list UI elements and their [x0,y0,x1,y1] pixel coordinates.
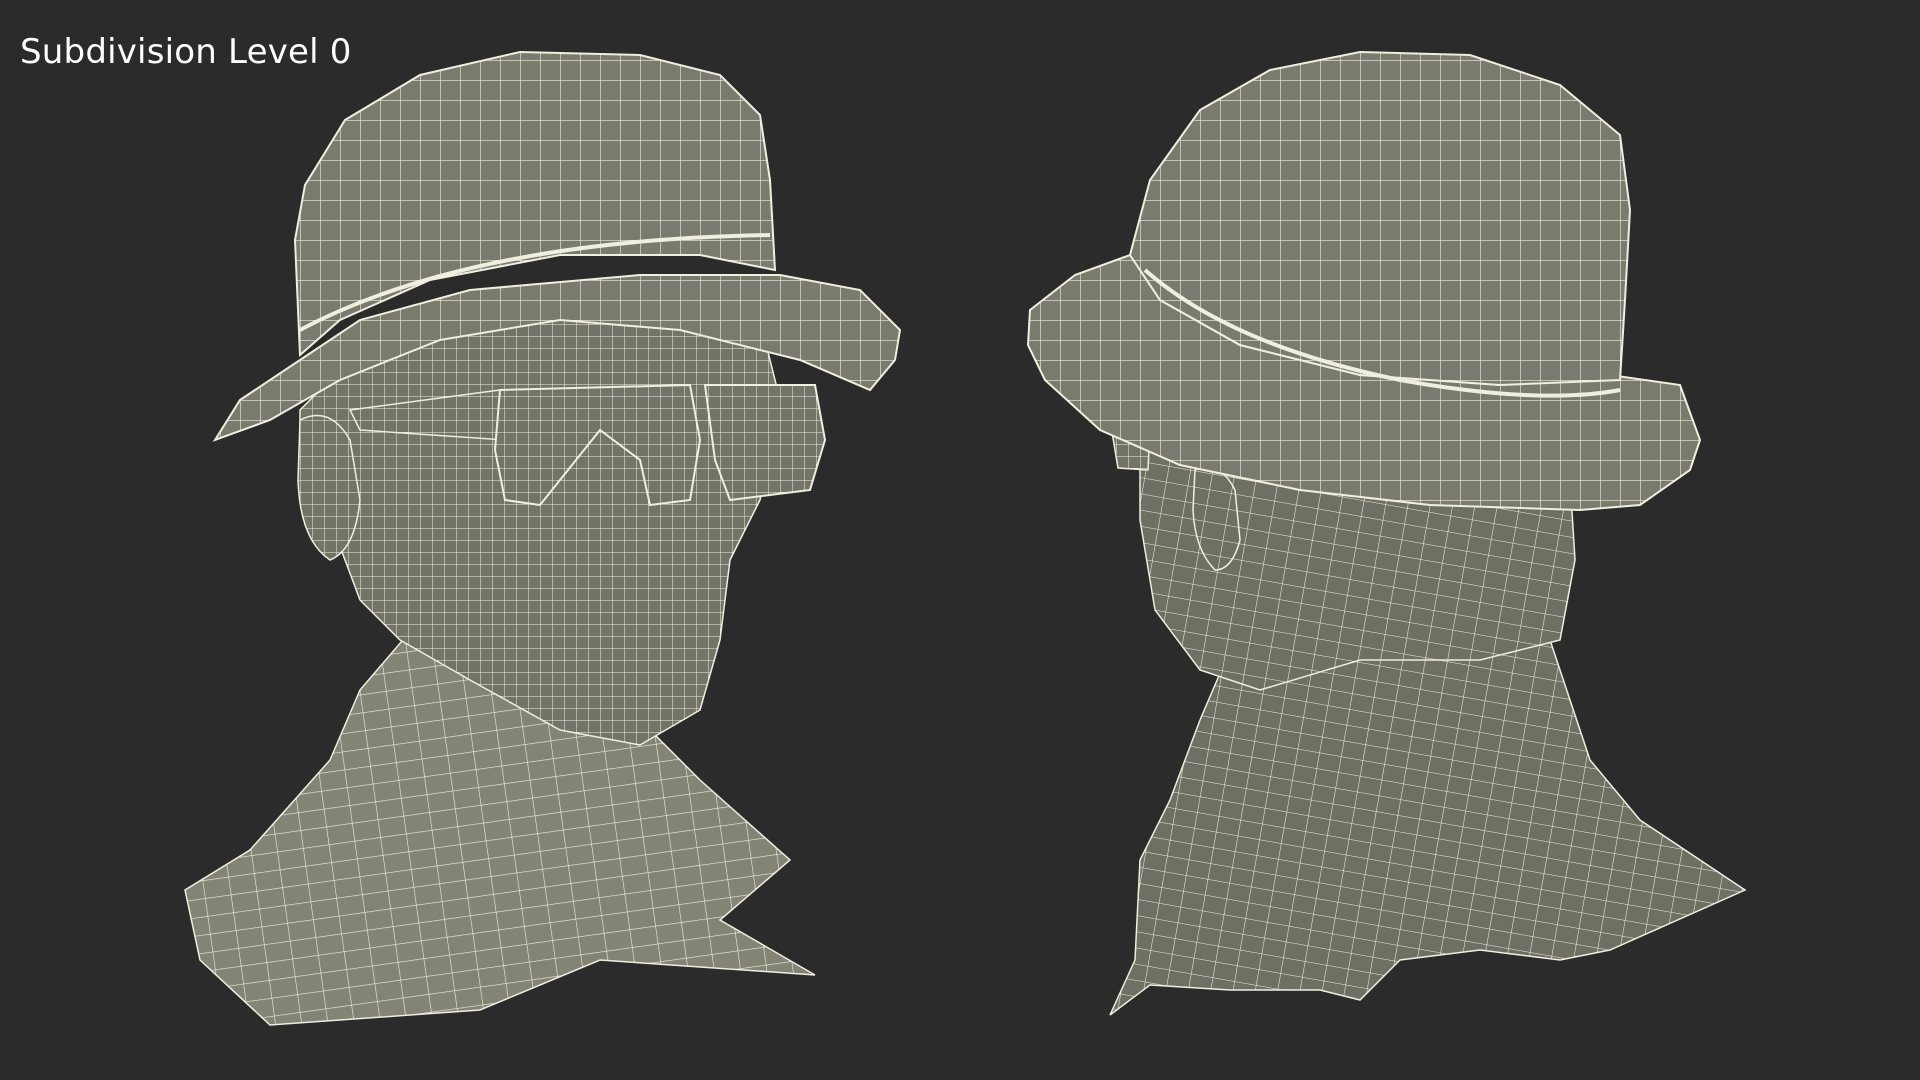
left-head-model [184,50,902,1026]
render-scene [184,50,1747,1026]
viewport-canvas: Subdivision Level 0 [0,0,1920,1080]
left-sunglasses-right-lens-mesh [703,384,827,502]
right-neck-mesh [1109,619,1747,1016]
right-head-model [1026,50,1747,1016]
